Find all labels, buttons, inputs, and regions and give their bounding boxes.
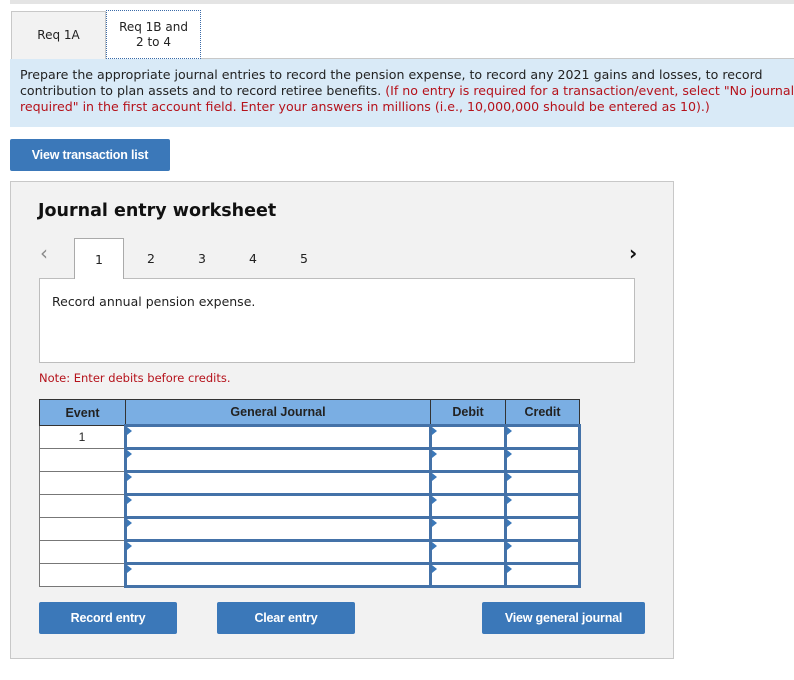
event-cell xyxy=(39,517,126,541)
credit-input[interactable] xyxy=(504,493,581,519)
header-credit: Credit xyxy=(505,399,580,426)
clear-entry-button[interactable]: Clear entry xyxy=(217,602,355,634)
event-cell xyxy=(39,471,126,495)
note-text: Note: Enter debits before credits. xyxy=(39,371,231,385)
table-row xyxy=(39,516,581,542)
step-tab-3[interactable]: 3 xyxy=(177,238,227,278)
top-bar xyxy=(10,0,794,4)
instructions-line-2: contribution to plan assets and to recor… xyxy=(20,83,794,99)
event-cell xyxy=(39,563,126,587)
account-input[interactable] xyxy=(124,447,432,473)
account-input[interactable] xyxy=(124,470,432,496)
tab-req-1b-2-4[interactable]: Req 1B and 2 to 4 xyxy=(106,10,201,59)
event-cell xyxy=(39,494,126,518)
credit-input[interactable] xyxy=(504,516,581,542)
event-cell: 1 xyxy=(39,425,126,449)
account-input[interactable] xyxy=(124,424,432,450)
account-input[interactable] xyxy=(124,539,432,565)
debit-input[interactable] xyxy=(429,470,507,496)
instructions-text: contribution to plan assets and to recor… xyxy=(20,83,386,98)
table-row xyxy=(39,539,581,565)
chevron-left-icon[interactable]: ‹ xyxy=(40,243,48,263)
credit-input[interactable] xyxy=(504,424,581,450)
header-event: Event xyxy=(39,399,126,426)
instructions: Prepare the appropriate journal entries … xyxy=(10,59,794,127)
step-description: Record annual pension expense. xyxy=(39,278,635,363)
credit-input[interactable] xyxy=(504,470,581,496)
step-tab-4[interactable]: 4 xyxy=(228,238,278,278)
table-row xyxy=(39,493,581,519)
event-cell xyxy=(39,448,126,472)
view-general-journal-button[interactable]: View general journal xyxy=(482,602,645,634)
tab-label: Req 1B and 2 to 4 xyxy=(119,19,188,49)
step-tab-1[interactable]: 1 xyxy=(74,238,124,279)
debit-input[interactable] xyxy=(429,539,507,565)
account-input[interactable] xyxy=(124,562,432,588)
record-entry-button[interactable]: Record entry xyxy=(39,602,177,634)
table-row xyxy=(39,470,581,496)
step-tab-5[interactable]: 5 xyxy=(279,238,329,278)
table-row xyxy=(39,562,581,588)
instructions-warning: (If no entry is required for a transacti… xyxy=(385,83,794,98)
debit-input[interactable] xyxy=(429,493,507,519)
tab-label: Req 1A xyxy=(37,28,80,42)
event-cell xyxy=(39,540,126,564)
step-tab-2[interactable]: 2 xyxy=(126,238,176,278)
view-transaction-list-button[interactable]: View transaction list xyxy=(10,139,170,171)
journal-table-header: Event General Journal Debit Credit xyxy=(39,399,580,426)
credit-input[interactable] xyxy=(504,562,581,588)
header-debit: Debit xyxy=(430,399,506,426)
debit-input[interactable] xyxy=(429,424,507,450)
instructions-line-3: required" in the first account field. En… xyxy=(20,99,710,114)
debit-input[interactable] xyxy=(429,562,507,588)
table-row xyxy=(39,447,581,473)
account-input[interactable] xyxy=(124,493,432,519)
table-row: 1 xyxy=(39,424,581,450)
debit-input[interactable] xyxy=(429,516,507,542)
credit-input[interactable] xyxy=(504,447,581,473)
account-input[interactable] xyxy=(124,516,432,542)
instructions-line-1: Prepare the appropriate journal entries … xyxy=(20,67,763,82)
journal-table: Event General Journal Debit Credit 1 xyxy=(39,399,581,588)
chevron-right-icon[interactable]: › xyxy=(629,243,637,263)
worksheet-title: Journal entry worksheet xyxy=(38,201,277,221)
header-general-journal: General Journal xyxy=(125,399,431,426)
tab-req-1a[interactable]: Req 1A xyxy=(11,11,106,59)
credit-input[interactable] xyxy=(504,539,581,565)
debit-input[interactable] xyxy=(429,447,507,473)
